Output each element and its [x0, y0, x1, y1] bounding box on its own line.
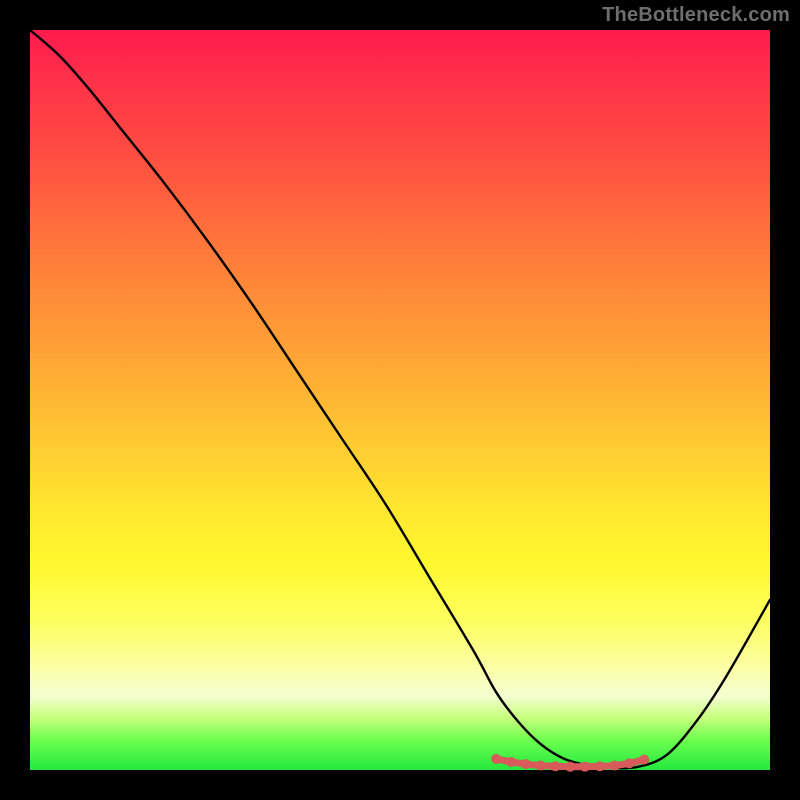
plot-area [30, 30, 770, 770]
near-zero-marker [580, 762, 590, 772]
curve-layer [30, 30, 770, 770]
near-zero-marker [639, 755, 649, 765]
near-zero-marker [521, 759, 531, 769]
near-zero-marker [595, 761, 605, 771]
near-zero-marker [610, 761, 620, 771]
near-zero-marker [550, 761, 560, 771]
chart-stage: TheBottleneck.com [0, 0, 800, 800]
near-zero-marker [536, 761, 546, 771]
near-zero-marker [491, 754, 501, 764]
near-zero-marker [565, 762, 575, 772]
near-zero-marker [506, 757, 516, 767]
watermark-text: TheBottleneck.com [602, 4, 790, 27]
bottleneck-curve [30, 30, 770, 768]
near-zero-marker [624, 758, 634, 768]
